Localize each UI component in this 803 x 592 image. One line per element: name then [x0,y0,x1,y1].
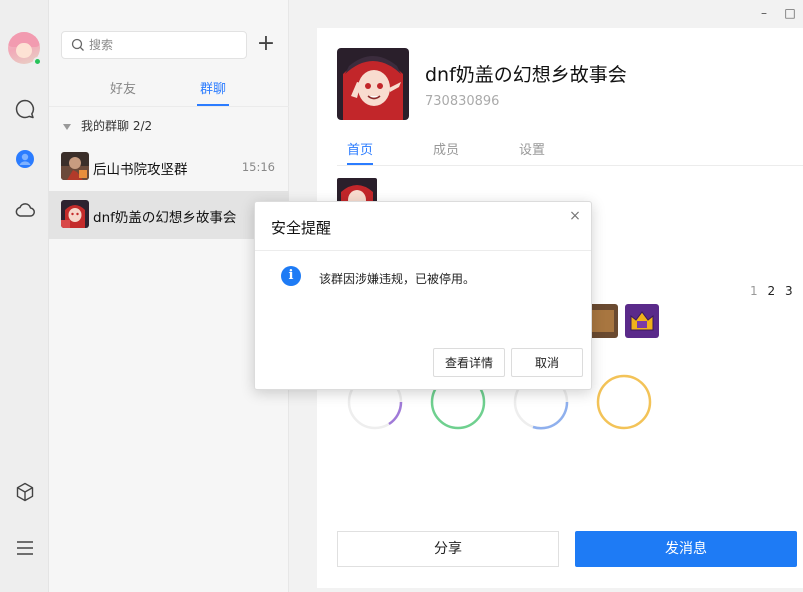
menu-icon[interactable] [14,537,36,559]
info-icon: i [281,266,301,286]
search-input[interactable] [89,36,239,54]
group-profile-avatar [337,48,409,120]
dialog-title: 安全提醒 [271,219,332,237]
cancel-button[interactable]: 取消 [511,348,583,377]
view-details-button[interactable]: 查看详情 [433,348,505,377]
minimize-button[interactable]: – [755,4,773,22]
share-button[interactable]: 分享 [337,531,559,567]
avatar-face [16,43,32,58]
divider [49,106,289,107]
group-section-label: 我的群聊 [81,119,130,133]
pager: 1 2 3 [750,284,796,298]
tab-members-label: 成员 [433,143,460,158]
tab-members[interactable]: 成员 [433,139,459,158]
contacts-icon[interactable] [14,148,36,170]
list-item[interactable]: 后山书院攻坚群 15:16 [49,143,289,191]
page-3[interactable]: 3 [785,284,796,298]
cube-icon[interactable] [14,481,36,503]
dialog-message: 该群因涉嫌违规，已被停用。 [319,272,476,286]
nav-rail [0,0,49,592]
divider [255,250,591,251]
list-item-name: 后山书院攻坚群 [93,162,188,178]
chat-icon[interactable] [14,98,36,120]
page-2[interactable]: 2 [767,284,778,298]
group-id: 730830896 [425,94,500,109]
tab-groups-label: 群聊 [199,82,226,97]
list-item-name: dnf奶盖の幻想乡故事会 [93,210,237,226]
group-name: dnf奶盖の幻想乡故事会 [425,64,627,86]
tab-friends[interactable]: 好友 [103,78,143,106]
cloud-icon[interactable] [14,199,36,221]
page-1[interactable]: 1 [750,284,761,298]
contact-list-panel: + 好友 群聊 我的群聊 2/2 后山书院攻坚群 15:16 dnf奶盖の幻想乡 [49,0,289,592]
collapse-arrow-icon [63,123,71,130]
divider [337,165,803,166]
tab-settings-label: 设置 [519,143,546,158]
maximize-button[interactable]: □ [781,4,799,22]
tab-home[interactable]: 首页 [347,139,374,165]
list-item-time: 15:16 [241,160,275,174]
add-button[interactable]: + [256,33,276,55]
search-box[interactable] [61,31,247,59]
achievement-badge[interactable] [625,304,659,338]
tab-friends-label: 好友 [109,82,136,97]
online-status-dot [33,57,42,66]
tab-home-label: 首页 [347,143,374,158]
list-item[interactable]: dnf奶盖の幻想乡故事会 [49,191,289,239]
tab-settings[interactable]: 设置 [519,139,545,158]
close-icon[interactable]: × [566,207,584,225]
group-avatar [61,200,89,228]
search-icon [71,38,84,51]
group-section-count: 2/2 [132,119,153,133]
tab-groups[interactable]: 群聊 [193,78,233,106]
group-section-header[interactable]: 我的群聊 2/2 [63,117,152,134]
progress-ring [596,374,652,430]
security-alert-dialog: 安全提醒 × i 该群因涉嫌违规，已被停用。 查看详情 取消 [254,201,592,390]
title-bar: – □ [289,0,803,28]
group-avatar [61,152,89,180]
send-message-button[interactable]: 发消息 [575,531,797,567]
